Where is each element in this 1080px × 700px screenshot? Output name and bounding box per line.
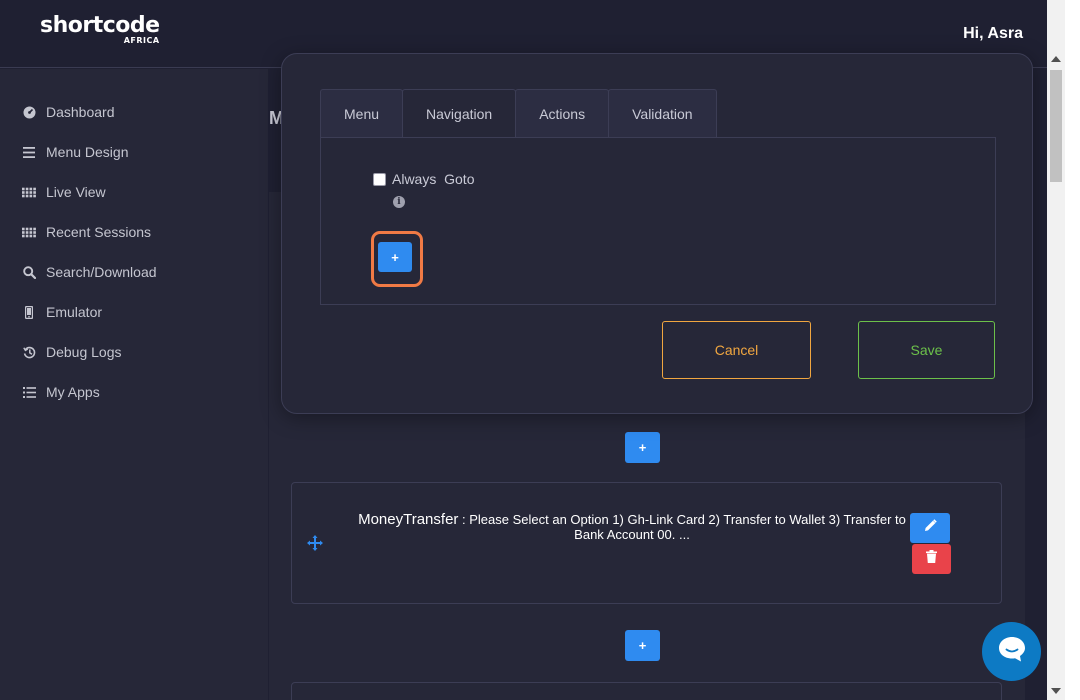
chat-bubble-icon xyxy=(997,635,1027,668)
window-edge xyxy=(1065,0,1080,700)
sidebar-item-live-view[interactable]: Live View xyxy=(22,182,106,202)
sidebar-item-label: Menu Design xyxy=(46,144,129,160)
sidebar-item-label: Live View xyxy=(46,184,106,200)
user-greeting[interactable]: Hi, Asra xyxy=(963,25,1023,43)
history-icon xyxy=(22,345,36,359)
chat-launcher-button[interactable] xyxy=(982,622,1041,681)
scrollbar[interactable] xyxy=(1047,0,1065,700)
sidebar-item-label: Dashboard xyxy=(46,104,115,120)
move-icon[interactable] xyxy=(307,535,323,556)
add-menu-item-button[interactable]: + xyxy=(625,432,660,463)
sidebar-item-recent-sessions[interactable]: Recent Sessions xyxy=(22,222,151,242)
sidebar-item-my-apps[interactable]: My Apps xyxy=(22,382,100,402)
sidebar-item-label: Search/Download xyxy=(46,264,157,280)
list-icon xyxy=(22,385,36,399)
add-navigation-button[interactable]: + xyxy=(378,242,412,272)
sidebar-item-menu-design[interactable]: Menu Design xyxy=(22,142,129,162)
scroll-thumb[interactable] xyxy=(1050,70,1062,182)
sidebar-item-label: Recent Sessions xyxy=(46,224,152,240)
scroll-down-arrow-icon[interactable] xyxy=(1051,688,1061,694)
scroll-up-arrow-icon[interactable] xyxy=(1051,56,1061,62)
cancel-button[interactable]: Cancel xyxy=(662,321,811,379)
sidebar: Dashboard Menu Design Live View Recent S… xyxy=(0,69,268,700)
trash-icon xyxy=(926,550,937,568)
menu-item-prompt: : Please Select an Option 1) Gh-Link Car… xyxy=(458,512,906,542)
delete-button[interactable] xyxy=(912,544,951,574)
menu-item-name: MoneyTransfer xyxy=(358,511,459,528)
logo-text: shortcode xyxy=(40,13,160,38)
modal-tabs: Menu Navigation Actions Validation xyxy=(320,89,717,138)
save-button[interactable]: Save xyxy=(858,321,995,379)
sidebar-item-label: Emulator xyxy=(46,304,103,320)
search-icon xyxy=(22,265,36,279)
sidebar-item-search-download[interactable]: Search/Download xyxy=(22,262,157,282)
navigation-tab-panel: Always Goto i + xyxy=(320,137,996,305)
logo[interactable]: shortcode AFRICA xyxy=(40,13,160,46)
sidebar-item-label: Debug Logs xyxy=(46,344,122,360)
sidebar-item-dashboard[interactable]: Dashboard xyxy=(22,102,115,122)
sidebar-item-label: My Apps xyxy=(46,384,100,400)
always-goto-label: Always Goto xyxy=(392,171,475,187)
menu-item-card xyxy=(291,682,1002,700)
tab-validation[interactable]: Validation xyxy=(608,89,717,138)
sidebar-item-emulator[interactable]: Emulator xyxy=(22,302,102,322)
pencil-icon xyxy=(924,519,937,537)
grid-icon xyxy=(22,225,36,239)
menu-edit-modal: Menu Navigation Actions Validation Alway… xyxy=(281,53,1033,414)
tab-menu[interactable]: Menu xyxy=(320,89,404,138)
dashboard-icon xyxy=(22,105,36,119)
menu-icon xyxy=(22,145,36,159)
grid-icon xyxy=(22,185,36,199)
add-menu-item-button[interactable]: + xyxy=(625,630,660,661)
menu-item-card: MoneyTransfer : Please Select an Option … xyxy=(291,482,1002,604)
menu-item-text: MoneyTransfer : Please Select an Option … xyxy=(352,512,912,542)
info-icon[interactable]: i xyxy=(393,196,405,208)
phone-icon xyxy=(22,305,36,319)
edit-button[interactable] xyxy=(910,513,950,543)
tab-navigation[interactable]: Navigation xyxy=(402,89,517,138)
always-goto-checkbox[interactable] xyxy=(373,172,386,186)
tab-actions[interactable]: Actions xyxy=(515,89,610,138)
sidebar-item-debug-logs[interactable]: Debug Logs xyxy=(22,342,122,362)
always-goto-row: Always Goto xyxy=(373,171,474,187)
